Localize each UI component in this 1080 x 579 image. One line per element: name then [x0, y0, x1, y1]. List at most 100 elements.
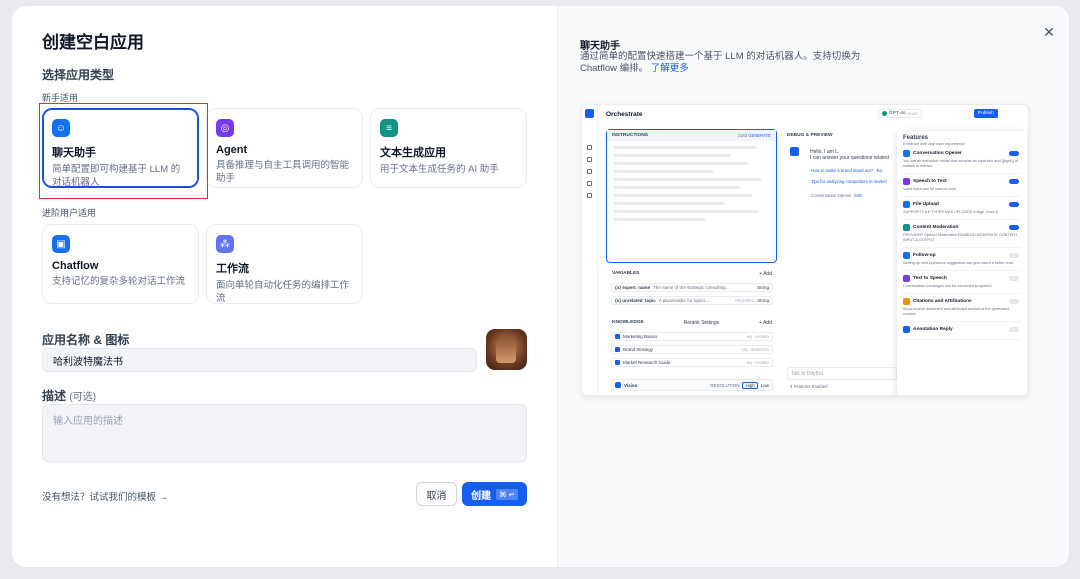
- cancel-button[interactable]: 取消: [416, 482, 457, 506]
- doc-icon: [615, 360, 620, 365]
- doc-icon: [615, 334, 620, 339]
- mock-doc-row: Marketing Basics HQ · HYBRID: [611, 332, 773, 341]
- feature-icon: [903, 275, 910, 282]
- description-textarea[interactable]: 输入应用的描述: [42, 404, 527, 462]
- text-line: [613, 154, 732, 157]
- feature-item: Text to Speech Conversation messages can …: [903, 275, 1021, 294]
- agent-icon: ◎: [216, 119, 234, 137]
- mock-model-select: GPT-4o CHAT: [878, 109, 922, 118]
- mock-nav-icon: [587, 145, 592, 150]
- feature-title: Text to Speech: [903, 275, 1021, 282]
- feature-icon: [903, 298, 910, 305]
- feature-icon: [903, 326, 910, 333]
- card-desc: 用于文本生成任务的 AI 助手: [380, 164, 499, 175]
- card-desc: 支持记忆的复杂多轮对话工作流: [52, 276, 186, 287]
- feature-desc: SUPPORT FILE TYPES MAX UPLOADS Image, Do…: [903, 210, 998, 214]
- app-type-card-agent[interactable]: ◎ Agent 具备推理与自主工具调用的智能助手: [206, 108, 363, 188]
- close-icon[interactable]: ✕: [1039, 22, 1059, 42]
- card-title: Agent: [216, 144, 248, 156]
- learn-more-link[interactable]: 了解更多: [651, 63, 689, 74]
- var-tag: REQUIRED: [735, 298, 755, 303]
- feature-toggle: [1009, 276, 1019, 281]
- bot-avatar-icon: [790, 147, 799, 156]
- card-title: 工作流: [216, 263, 249, 275]
- app-type-card-text-generator[interactable]: ≡ 文本生成应用 用于文本生成任务的 AI 助手: [370, 108, 527, 188]
- mock-publish-button: Publish: [974, 109, 998, 118]
- mock-variables-header: VARIABLES + Add: [612, 271, 772, 277]
- mock-instructions: INSTRUCTIONS 2182 GENERATE: [606, 129, 777, 263]
- card-desc: 面向单轮自动化任务的编排工作流: [216, 280, 350, 304]
- doc-tag: HQ · HYBRID: [746, 334, 769, 339]
- mock-doc-row: Market Research Guide HQ · HYBRID: [611, 358, 773, 367]
- res-low: Low: [760, 382, 769, 388]
- feature-desc: Conversation messages can be converted t…: [903, 284, 993, 288]
- feature-desc: Show source document and attributed sect…: [903, 307, 1009, 316]
- create-app-dialog: 创建空白应用 选择应用类型 新手适用 ☺ 聊天助手 简单配置即可构建基于 LLM…: [12, 6, 1069, 567]
- mock-debug-label: DEBUG & PREVIEW: [787, 133, 833, 138]
- var-name: {x} expert_name: [615, 285, 651, 290]
- feature-name: Speech to Text: [913, 179, 947, 184]
- mock-knowledge-label: KNOWLEDGE: [612, 320, 644, 325]
- text-line: [613, 202, 725, 205]
- opener-edit: Edit: [854, 193, 862, 198]
- var-type: String: [757, 298, 769, 303]
- mock-chat-input: Talk to DifyBot: [787, 367, 897, 380]
- feature-item: Follow-up Setting up next questions sugge…: [903, 252, 1021, 271]
- doc-name: Brand Strategy: [623, 347, 654, 352]
- var-type: String: [757, 285, 769, 290]
- mock-opener-line: Conversation Opener Edit: [811, 193, 862, 198]
- feature-name: File Upload: [913, 202, 939, 207]
- mock-nav-icon: [587, 181, 592, 186]
- vision-icon: [615, 382, 621, 388]
- text-line: [613, 178, 762, 181]
- feature-title: Follow-up: [903, 252, 1021, 259]
- feature-item: Speech to Text Voice input can be used in…: [903, 178, 1021, 197]
- app-icon-picker[interactable]: [486, 329, 527, 370]
- mock-var-row: {x} unrelated_topic A placeholder for top…: [611, 296, 773, 305]
- selection-highlight: [39, 103, 208, 199]
- doc-name: Marketing Basics: [623, 334, 658, 339]
- feature-list: Conversation Opener You are an extractive…: [903, 150, 1021, 340]
- model-icon: [882, 111, 887, 116]
- mock-header: Orchestrate: [606, 111, 643, 118]
- text-line: [613, 218, 706, 221]
- features-subtitle: Enhance web app user experience: [903, 141, 965, 146]
- feature-item: Content Moderation PROVIDER OpenAI Modera…: [903, 224, 1021, 248]
- mock-knowledge-header: KNOWLEDGE Rerank Settings + Add: [612, 320, 772, 326]
- feature-icon: [903, 150, 910, 157]
- app-name-input[interactable]: 哈利波特魔法书: [42, 348, 477, 372]
- mock-nav-icon: [587, 193, 592, 198]
- doc-tag: HQ · INVERTED: [742, 347, 769, 352]
- mock-features-panel: Features Enhance web app user experience…: [897, 131, 1027, 395]
- card-title: Chatflow: [52, 260, 99, 272]
- feature-icon: [903, 201, 910, 208]
- feature-toggle: [1009, 225, 1019, 230]
- mock-instructions-meta: 2182 GENERATE: [738, 133, 771, 138]
- mock-model-tag: CHAT: [907, 111, 918, 116]
- card-desc: 具备推理与自主工具调用的智能助手: [216, 160, 350, 184]
- feature-title: Content Moderation: [903, 224, 1021, 231]
- feature-title: Annotation Reply: [903, 326, 1021, 333]
- mock-greeting: Hello, I am L. I can answer your question…: [810, 149, 889, 161]
- create-button[interactable]: 创建 ⌘ ↵: [462, 482, 527, 506]
- feature-title: Conversation Opener: [903, 150, 1021, 157]
- opener-text: Conversation Opener: [811, 193, 852, 198]
- mock-instructions-header: INSTRUCTIONS 2182 GENERATE: [607, 130, 776, 141]
- app-type-card-chatflow[interactable]: ▣ Chatflow 支持记忆的复杂多轮对话工作流: [42, 224, 199, 304]
- mock-suggestion: Tips for analyzing competitors in market: [811, 179, 887, 184]
- app-type-card-workflow[interactable]: ⁂ 工作流 面向单轮自动化任务的编排工作流: [206, 224, 363, 304]
- greeting-line: I can answer your questions related: [810, 155, 889, 161]
- feature-title: Citations and Attributions: [903, 298, 1021, 305]
- feature-desc: You are an extractive model that accepts…: [903, 159, 1019, 168]
- feature-toggle: [1009, 253, 1019, 258]
- feature-toggle: [1009, 299, 1019, 304]
- mock-doc-row: Brand Strategy HQ · INVERTED: [611, 345, 773, 354]
- feature-icon: [903, 252, 910, 259]
- feature-name: Content Moderation: [913, 225, 959, 230]
- text-generator-icon: ≡: [380, 119, 398, 137]
- form-panel: 创建空白应用 选择应用类型 新手适用 ☺ 聊天助手 简单配置即可构建基于 LLM…: [12, 6, 557, 567]
- suggestion-tail: Bo: [876, 168, 882, 173]
- preview-title: 聊天助手: [580, 41, 620, 52]
- feature-name: Citations and Attributions: [913, 299, 972, 304]
- try-template-link[interactable]: 没有想法？试试我们的模板 →: [42, 489, 168, 503]
